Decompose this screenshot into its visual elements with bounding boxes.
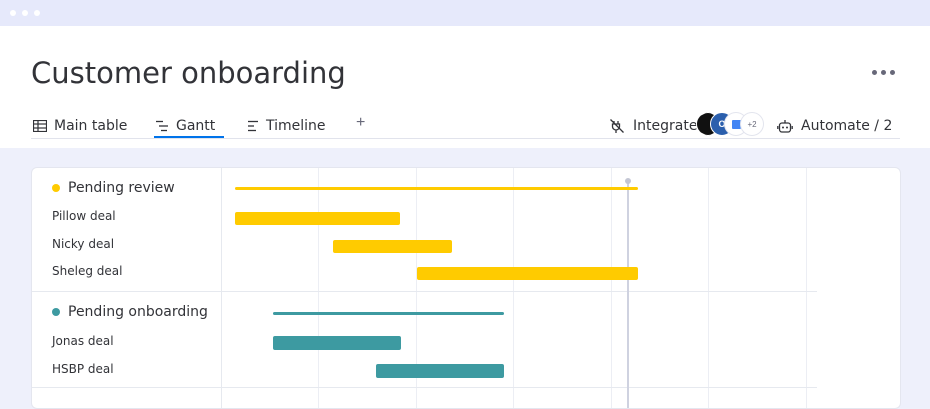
window-titlebar	[0, 0, 930, 26]
more-horizontal-icon	[872, 70, 877, 75]
tab-gantt[interactable]: Gantt	[156, 115, 215, 137]
board-header: Customer onboarding Main table Gantt Tim…	[0, 26, 930, 148]
more-options-button[interactable]	[870, 70, 898, 78]
list-item[interactable]: Pillow deal	[52, 209, 116, 223]
group-title-pending-review[interactable]: Pending review	[52, 180, 175, 196]
group-color-dot	[52, 308, 60, 316]
window-dot	[22, 10, 28, 16]
robot-icon	[777, 119, 793, 133]
list-item[interactable]: Jonas deal	[52, 334, 114, 348]
group-color-dot	[52, 184, 60, 192]
extra-integrations-count: +2	[740, 112, 764, 136]
gantt-bar-sheleg-deal[interactable]	[417, 267, 638, 280]
tabs-divider	[31, 138, 900, 139]
gantt-bar-hsbp-deal[interactable]	[376, 364, 504, 378]
more-dot	[890, 70, 895, 75]
gantt-bar-nicky-deal[interactable]	[333, 240, 452, 253]
tab-main-table[interactable]: Main table	[33, 115, 127, 137]
group-name: Pending onboarding	[68, 304, 208, 320]
group-title-pending-onboarding[interactable]: Pending onboarding	[52, 304, 208, 320]
timeline-icon	[248, 120, 258, 132]
integrate-button[interactable]: Integrate	[609, 115, 697, 137]
group-summary-bar	[235, 187, 638, 190]
gantt-bar-jonas-deal[interactable]	[273, 336, 401, 350]
automate-button[interactable]: Automate / 2	[777, 115, 892, 137]
today-marker-dot	[625, 178, 631, 184]
window-dot	[34, 10, 40, 16]
integrate-plug-icon	[610, 119, 624, 133]
grid-line	[611, 168, 612, 408]
integrate-label: Integrate	[633, 118, 698, 134]
more-dot	[881, 70, 886, 75]
window-dot	[10, 10, 16, 16]
tab-timeline[interactable]: Timeline	[248, 115, 326, 137]
table-icon	[33, 120, 47, 132]
group-name: Pending review	[68, 180, 175, 196]
today-marker	[627, 180, 629, 408]
tab-label: Main table	[54, 118, 128, 134]
tab-label: Timeline	[266, 118, 326, 134]
sidebar-divider	[221, 168, 222, 408]
group-summary-bar	[273, 312, 504, 315]
grid-line	[806, 168, 807, 408]
grid-line	[708, 168, 709, 408]
list-item[interactable]: HSBP deal	[52, 362, 114, 376]
page-title: Customer onboarding	[31, 56, 346, 90]
grid-line	[513, 168, 514, 408]
list-item[interactable]: Nicky deal	[52, 237, 114, 251]
add-view-button[interactable]: +	[356, 114, 365, 132]
grid-line	[318, 168, 319, 408]
gantt-bar-pillow-deal[interactable]	[235, 212, 400, 225]
tab-label: Gantt	[176, 118, 216, 134]
group-divider	[32, 291, 817, 292]
gantt-icon	[156, 120, 168, 132]
automate-label: Automate / 2	[801, 118, 893, 134]
gantt-board: Pending review Pillow deal Nicky deal Sh…	[31, 167, 901, 409]
group-divider	[32, 387, 817, 388]
integrations-avatars[interactable]: O +2	[696, 112, 766, 136]
list-item[interactable]: Sheleg deal	[52, 264, 122, 278]
